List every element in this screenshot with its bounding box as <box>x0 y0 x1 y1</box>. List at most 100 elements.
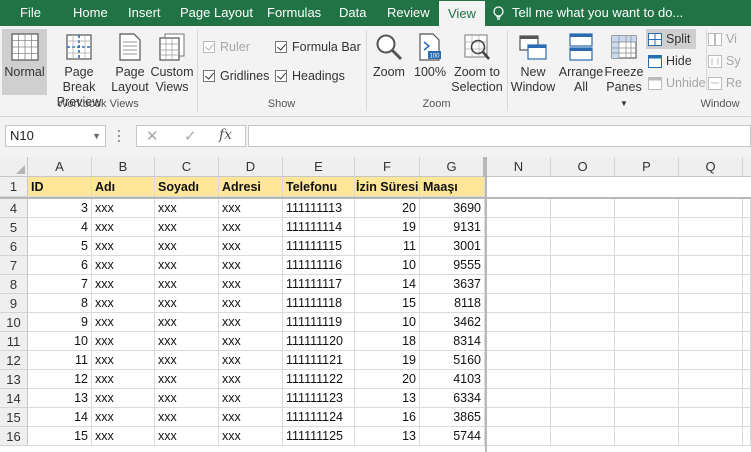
empty-cell[interactable] <box>679 313 743 332</box>
cell-telefonu[interactable]: 111111125 <box>283 427 355 446</box>
normal-view-button[interactable]: Normal <box>2 29 47 95</box>
column-header-q[interactable]: Q <box>679 157 743 177</box>
empty-cell[interactable] <box>679 256 743 275</box>
cell-id[interactable]: 9 <box>28 313 92 332</box>
empty-cell[interactable] <box>551 218 615 237</box>
row-header[interactable]: 8 <box>0 275 28 294</box>
empty-cell[interactable] <box>551 427 615 446</box>
cell-izin-suresi[interactable]: 18 <box>355 332 420 351</box>
empty-cell[interactable] <box>615 256 679 275</box>
enter-icon[interactable]: ✓ <box>184 127 197 145</box>
empty-cell[interactable] <box>743 294 751 313</box>
empty-cell[interactable] <box>487 199 551 218</box>
formula-bar-checkbox[interactable]: Formula Bar <box>275 38 361 56</box>
cell-soyadi[interactable]: xxx <box>155 218 219 237</box>
column-header-b[interactable]: B <box>92 157 155 177</box>
column-header-r[interactable] <box>743 157 751 177</box>
cell-id[interactable]: 10 <box>28 332 92 351</box>
tab-data[interactable]: Data <box>339 0 366 26</box>
cell-adi[interactable]: xxx <box>92 389 155 408</box>
empty-cell[interactable] <box>487 218 551 237</box>
unhide-button[interactable]: Unhide <box>648 73 706 93</box>
tab-review[interactable]: Review <box>387 0 430 26</box>
cell-soyadi[interactable]: xxx <box>155 370 219 389</box>
empty-cell[interactable] <box>551 256 615 275</box>
formula-input[interactable] <box>248 125 751 147</box>
row-header[interactable]: 13 <box>0 370 28 389</box>
cell-soyadi[interactable]: xxx <box>155 427 219 446</box>
cell-soyadi[interactable]: xxx <box>155 294 219 313</box>
empty-cell[interactable] <box>487 370 551 389</box>
empty-cell[interactable] <box>679 408 743 427</box>
column-header-o[interactable]: O <box>551 157 615 177</box>
zoom-100-button[interactable]: 100 100% <box>411 29 449 80</box>
empty-cell[interactable] <box>615 237 679 256</box>
insert-function-icon[interactable]: fx <box>219 127 232 143</box>
header-cell-maasi[interactable]: Maaşı <box>420 177 485 197</box>
cell-telefonu[interactable]: 111111113 <box>283 199 355 218</box>
empty-cell[interactable] <box>487 294 551 313</box>
cell-maasi[interactable]: 3001 <box>420 237 485 256</box>
row-header[interactable]: 9 <box>0 294 28 313</box>
tab-home[interactable]: Home <box>73 0 108 26</box>
cell-maasi[interactable]: 4103 <box>420 370 485 389</box>
cell-adi[interactable]: xxx <box>92 237 155 256</box>
row-header[interactable]: 1 <box>0 177 28 197</box>
cell-adi[interactable]: xxx <box>92 256 155 275</box>
empty-cell[interactable] <box>487 313 551 332</box>
empty-cell[interactable] <box>615 427 679 446</box>
cell-maasi[interactable]: 8118 <box>420 294 485 313</box>
row-header[interactable]: 4 <box>0 199 28 218</box>
cell-soyadi[interactable]: xxx <box>155 332 219 351</box>
empty-cell[interactable] <box>487 256 551 275</box>
cell-soyadi[interactable]: xxx <box>155 313 219 332</box>
cell-izin-suresi[interactable]: 19 <box>355 351 420 370</box>
zoom-to-selection-button[interactable]: Zoom to Selection <box>450 29 504 95</box>
empty-cell[interactable] <box>679 294 743 313</box>
cell-id[interactable]: 14 <box>28 408 92 427</box>
empty-cell[interactable] <box>551 275 615 294</box>
empty-cell[interactable] <box>743 427 751 446</box>
empty-cell[interactable] <box>615 370 679 389</box>
column-header-g[interactable]: G <box>420 157 485 177</box>
zoom-button[interactable]: Zoom <box>370 29 408 80</box>
cell-adresi[interactable]: xxx <box>219 332 283 351</box>
cell-telefonu[interactable]: 111111118 <box>283 294 355 313</box>
column-header-n[interactable]: N <box>487 157 551 177</box>
cell-izin-suresi[interactable]: 15 <box>355 294 420 313</box>
tab-insert[interactable]: Insert <box>128 0 161 26</box>
cell-adresi[interactable]: xxx <box>219 313 283 332</box>
cell-telefonu[interactable]: 111111124 <box>283 408 355 427</box>
column-header-d[interactable]: D <box>219 157 283 177</box>
header-cell-adi[interactable]: Adı <box>92 177 155 197</box>
row-header[interactable]: 15 <box>0 408 28 427</box>
freeze-panes-button[interactable]: Freeze Panes ▼ <box>604 29 644 111</box>
row-header[interactable]: 6 <box>0 237 28 256</box>
cell-telefonu[interactable]: 111111122 <box>283 370 355 389</box>
empty-cell[interactable] <box>743 237 751 256</box>
cell-soyadi[interactable]: xxx <box>155 275 219 294</box>
empty-cell[interactable] <box>615 408 679 427</box>
cell-telefonu[interactable]: 111111116 <box>283 256 355 275</box>
empty-cell[interactable] <box>615 294 679 313</box>
cell-adi[interactable]: xxx <box>92 427 155 446</box>
tab-file[interactable]: File <box>20 0 41 26</box>
empty-cell[interactable] <box>487 427 551 446</box>
empty-cell[interactable] <box>743 332 751 351</box>
cell-adresi[interactable]: xxx <box>219 237 283 256</box>
formula-bar-resize-handle[interactable] <box>118 130 121 144</box>
custom-views-button[interactable]: Custom Views <box>150 29 194 95</box>
cell-id[interactable]: 11 <box>28 351 92 370</box>
column-header-p[interactable]: P <box>615 157 679 177</box>
cell-id[interactable]: 13 <box>28 389 92 408</box>
cell-izin-suresi[interactable]: 19 <box>355 218 420 237</box>
empty-cell[interactable] <box>743 389 751 408</box>
cell-maasi[interactable]: 8314 <box>420 332 485 351</box>
cell-adresi[interactable]: xxx <box>219 199 283 218</box>
row-header[interactable]: 10 <box>0 313 28 332</box>
cell-telefonu[interactable]: 111111115 <box>283 237 355 256</box>
cell-izin-suresi[interactable]: 10 <box>355 256 420 275</box>
header-cell-id[interactable]: ID <box>28 177 92 197</box>
cell-adresi[interactable]: xxx <box>219 256 283 275</box>
row-header[interactable]: 12 <box>0 351 28 370</box>
